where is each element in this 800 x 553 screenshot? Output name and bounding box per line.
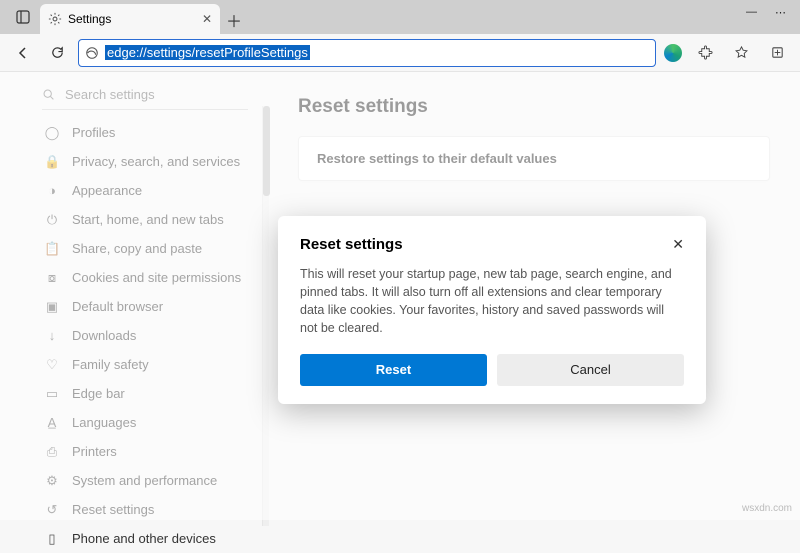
sidebar-item-label: Phone and other devices bbox=[72, 531, 216, 546]
arrow-left-icon bbox=[15, 45, 31, 61]
favorites-button[interactable] bbox=[728, 40, 754, 66]
tab-title: Settings bbox=[68, 12, 111, 26]
tabs-menu-icon bbox=[16, 10, 30, 24]
extensions-button[interactable] bbox=[692, 40, 718, 66]
tab-strip: Settings ✕ ＋ — ⋯ bbox=[0, 0, 800, 34]
browser-tab[interactable]: Settings ✕ bbox=[40, 4, 220, 34]
back-button[interactable] bbox=[10, 40, 36, 66]
tabs-menu-button[interactable] bbox=[6, 0, 40, 34]
sidebar-item-phone[interactable]: ▯ Phone and other devices bbox=[0, 524, 268, 553]
browser-toolbar: edge://settings/resetProfileSettings bbox=[0, 34, 800, 72]
cancel-button[interactable]: Cancel bbox=[497, 354, 684, 386]
new-tab-button[interactable]: ＋ bbox=[220, 6, 248, 34]
star-plus-icon bbox=[734, 45, 749, 60]
refresh-icon bbox=[50, 45, 65, 60]
watermark: wsxdn.com bbox=[742, 503, 792, 514]
reset-dialog: Reset settings ✕ This will reset your st… bbox=[278, 216, 706, 404]
address-bar[interactable]: edge://settings/resetProfileSettings bbox=[78, 39, 656, 67]
phone-icon: ▯ bbox=[44, 531, 60, 547]
window-controls: — ⋯ bbox=[746, 0, 800, 19]
collections-icon bbox=[770, 45, 785, 60]
reset-button[interactable]: Reset bbox=[300, 354, 487, 386]
refresh-button[interactable] bbox=[44, 40, 70, 66]
dialog-close-button[interactable]: ✕ bbox=[672, 236, 684, 253]
edge-logo-icon bbox=[85, 46, 99, 60]
app-menu-button[interactable]: ⋯ bbox=[775, 6, 786, 19]
collections-button[interactable] bbox=[764, 40, 790, 66]
address-bar-url: edge://settings/resetProfileSettings bbox=[105, 45, 310, 60]
minimize-button[interactable]: — bbox=[746, 6, 757, 19]
puzzle-icon bbox=[698, 45, 713, 60]
close-tab-button[interactable]: ✕ bbox=[202, 12, 212, 26]
dialog-title: Reset settings bbox=[300, 236, 403, 253]
profile-button[interactable] bbox=[664, 44, 682, 62]
gear-icon bbox=[48, 12, 62, 26]
dialog-body: This will reset your startup page, new t… bbox=[300, 265, 684, 338]
